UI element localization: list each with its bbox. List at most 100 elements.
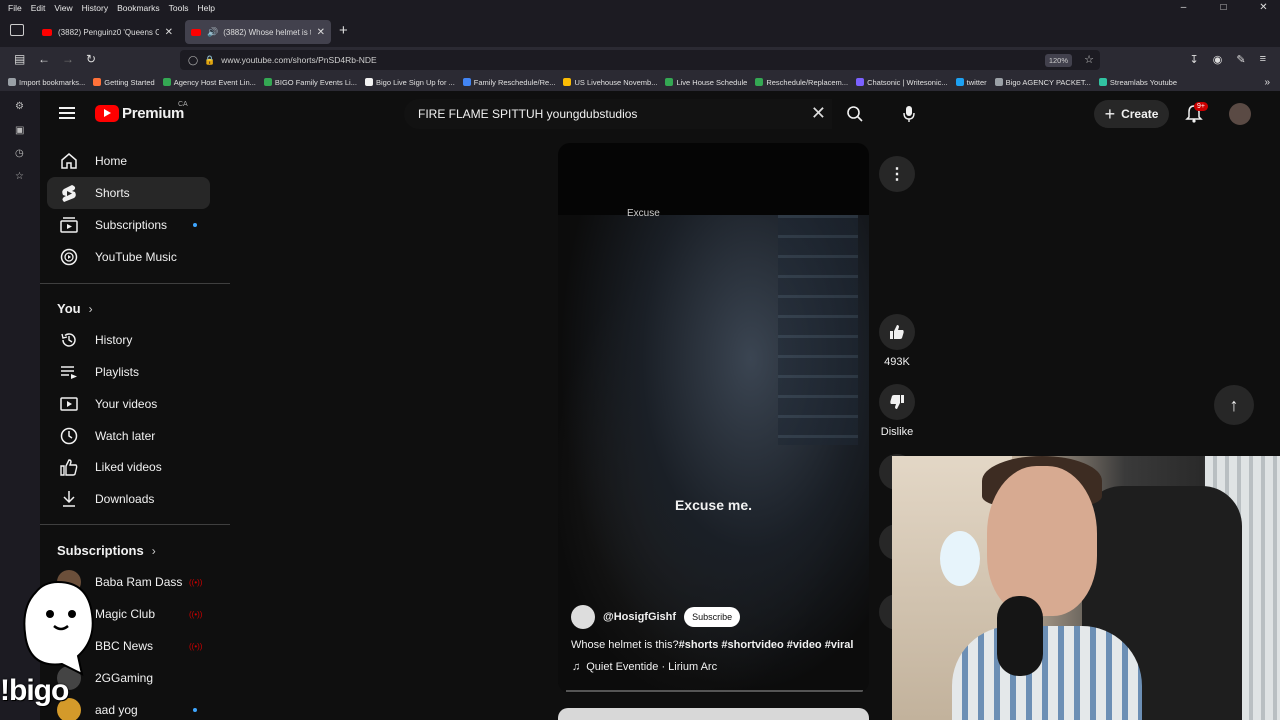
address-bar[interactable]: ◯ 🔒 www.youtube.com/shorts/PnSD4Rb-NDE 1… (180, 50, 1100, 70)
channel-handle[interactable]: @HosigfGishf (603, 611, 676, 623)
bookmark-item[interactable]: BIGO Family Events Li... (263, 78, 357, 87)
tab-list-icon[interactable] (10, 24, 24, 36)
menu-edit[interactable]: Edit (31, 3, 46, 13)
voice-search-button[interactable] (897, 99, 921, 129)
search-button[interactable] (834, 99, 876, 129)
bookmark-item[interactable]: Getting Started (93, 78, 155, 87)
progress-bar[interactable] (566, 690, 863, 692)
close-window-icon[interactable]: ✕ (1248, 0, 1279, 15)
channel-name: BBC News (95, 639, 154, 653)
bookmark-item[interactable]: Live House Schedule (665, 78, 747, 87)
maximize-icon[interactable]: □ (1208, 0, 1239, 15)
channel-avatar[interactable] (571, 605, 595, 629)
bookmark-star-icon[interactable]: ☆ (1084, 53, 1094, 66)
bookmark-item[interactable]: Agency Host Event Lin... (162, 78, 256, 87)
menu-bookmarks[interactable]: Bookmarks (117, 3, 160, 13)
like-button[interactable] (879, 314, 915, 350)
account-icon[interactable]: ◉ (1213, 53, 1223, 66)
guide-item-label: Shorts (95, 186, 130, 200)
clear-search-icon[interactable]: ✕ (811, 103, 826, 124)
guide-item-playlists[interactable]: Playlists (47, 356, 210, 388)
sidebar-toggle-icon[interactable]: ▤ (14, 52, 25, 66)
short-title[interactable]: Whose helmet is this?#shorts #shortvideo… (571, 639, 861, 651)
bookmarks-overflow-icon[interactable]: » (1264, 77, 1270, 88)
dislike-button[interactable] (879, 384, 915, 420)
account-avatar[interactable] (1229, 103, 1251, 125)
search-input[interactable]: FIRE FLAME SPITTUH youngdubstudios (418, 107, 637, 121)
menu-file[interactable]: File (8, 3, 22, 13)
tab-current-short[interactable]: 🔊 (3882) Whose helmet is thi ✕ (185, 20, 331, 44)
search-box[interactable]: FIRE FLAME SPITTUH youngdubstudios ✕ (404, 99, 832, 129)
tracking-shield-icon[interactable]: ◯ (188, 55, 198, 66)
menu-help[interactable]: Help (197, 3, 214, 13)
bookmark-item[interactable]: Bigo AGENCY PACKET... (994, 78, 1091, 87)
bookmarks-sidebar-icon[interactable]: ☆ (15, 171, 24, 182)
short-hashtags[interactable]: #shorts #shortvideo #video #viral (679, 639, 854, 651)
previous-short-button[interactable]: ↑ (1214, 385, 1254, 425)
guide-item-shorts[interactable]: Shorts (47, 177, 210, 209)
short-music-link[interactable]: ♫ Quiet Eventide · Lirium Arc (572, 661, 717, 673)
youtube-premium-logo[interactable]: Premium CA (95, 101, 188, 122)
tab-penguinz0[interactable]: (3882) Penguinz0 'Queens Cring ✕ (36, 20, 179, 44)
create-label: Create (1121, 107, 1159, 121)
microphone-icon (903, 106, 915, 122)
you-section-title[interactable]: You › (57, 301, 93, 316)
guide-item-liked-videos[interactable]: Liked videos (47, 451, 210, 483)
subscription-item-aad-yog[interactable]: aad yog (47, 694, 210, 720)
ai-chatbot-icon[interactable]: ⚙ (15, 101, 24, 112)
close-tab-icon[interactable]: ✕ (317, 27, 325, 38)
guide-item-subscriptions[interactable]: Subscriptions (47, 209, 210, 241)
guide-item-youtube-music[interactable]: YouTube Music (47, 241, 210, 273)
channel-name: Baba Ram Dass (95, 575, 183, 589)
create-button[interactable]: + Create (1094, 100, 1169, 128)
reload-icon[interactable]: ↻ (86, 52, 96, 66)
shorts-player[interactable]: Excuse Excuse me. @HosigfGishf Subscribe… (558, 143, 869, 693)
more-options-button[interactable]: ⋮ (879, 156, 915, 192)
minimize-icon[interactable]: – (1168, 0, 1199, 15)
more-vert-icon: ⋮ (889, 166, 905, 183)
tab-title: (3882) Penguinz0 'Queens Cring (58, 27, 159, 37)
guide-item-home[interactable]: Home (47, 145, 210, 177)
lock-icon[interactable]: 🔒 (204, 55, 215, 66)
menu-tools[interactable]: Tools (169, 3, 189, 13)
speaker-icon[interactable]: 🔊 (207, 27, 218, 38)
synced-tabs-icon[interactable]: ▣ (15, 125, 24, 136)
guide-item-downloads[interactable]: Downloads (47, 483, 210, 515)
menu-view[interactable]: View (54, 3, 72, 13)
new-tab-icon[interactable]: + (339, 22, 348, 39)
close-tab-icon[interactable]: ✕ (165, 27, 173, 38)
webcam-plush-toy (940, 531, 980, 586)
bookmark-item[interactable]: Bigo Live Sign Up for ... (364, 78, 455, 87)
next-short-preview[interactable] (558, 708, 869, 720)
menu-history[interactable]: History (82, 3, 108, 13)
watch-later-icon (57, 427, 81, 445)
extensions-icon[interactable]: ✎ (1236, 53, 1245, 66)
back-icon[interactable]: ← (38, 52, 50, 66)
forward-icon[interactable]: → (62, 52, 74, 66)
menu-bar: File Edit View History Bookmarks Tools H… (0, 0, 1280, 15)
bookmark-item[interactable]: twitter (955, 78, 987, 87)
zoom-level[interactable]: 120% (1044, 54, 1072, 67)
downloads-icon[interactable]: ↧ (1190, 53, 1199, 66)
guide-item-your-videos[interactable]: Your videos (47, 388, 210, 420)
bookmark-item[interactable]: Import bookmarks... (8, 78, 85, 87)
bookmark-item[interactable]: Streamlabs Youtube (1098, 78, 1177, 87)
history-sidebar-icon[interactable]: ◷ (15, 148, 24, 159)
new-content-dot (193, 708, 197, 712)
guide-item-label: Watch later (95, 429, 156, 443)
bookmark-item[interactable]: Family Reschedule/Re... (462, 78, 555, 87)
youtube-music-icon (57, 248, 81, 266)
playlists-icon (57, 365, 81, 379)
app-menu-icon[interactable]: ≡ (1260, 53, 1266, 66)
bookmark-favicon-icon (8, 78, 16, 86)
bookmark-item[interactable]: US Livehouse Novemb... (563, 78, 657, 87)
shorts-icon (57, 184, 81, 203)
bookmark-item[interactable]: Reschedule/Replacem... (755, 78, 848, 87)
guide-menu-icon[interactable] (59, 107, 75, 119)
subscriptions-section-title[interactable]: Subscriptions › (57, 543, 156, 558)
url-text[interactable]: www.youtube.com/shorts/PnSD4Rb-NDE (221, 55, 376, 65)
bookmark-item[interactable]: Chatsonic | Writesonic... (856, 78, 948, 87)
guide-item-history[interactable]: History (47, 324, 210, 356)
guide-item-watch-later[interactable]: Watch later (47, 420, 210, 452)
subscribe-button[interactable]: Subscribe (684, 607, 741, 627)
